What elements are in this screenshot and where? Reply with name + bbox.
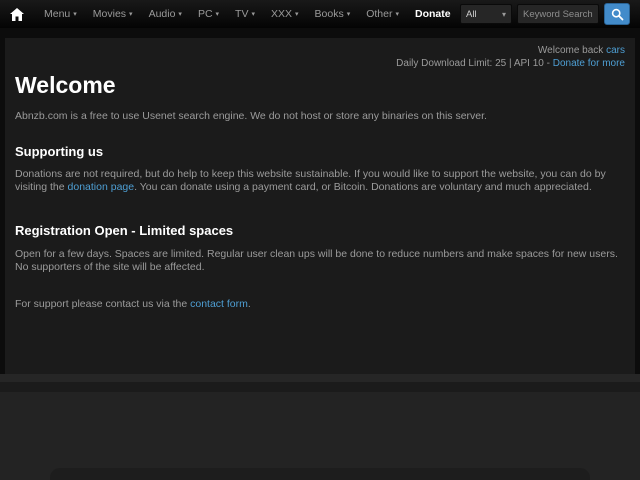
chevron-down-icon: ▾ (395, 11, 399, 18)
user-info: Welcome back cars Daily Download Limit: … (15, 44, 625, 70)
content-panel: Welcome back cars Daily Download Limit: … (5, 38, 635, 374)
search-form: All ▾ (460, 3, 630, 25)
divider-bar (0, 382, 640, 392)
main-wrap: Welcome back cars Daily Download Limit: … (0, 38, 640, 374)
select-caret-icon: ▾ (501, 9, 506, 19)
nav-item-audio[interactable]: Audio ▾ (141, 0, 190, 28)
download-limit-text: Daily Download Limit: 25 | API 10 - (396, 58, 553, 69)
chevron-down-icon: ▾ (178, 11, 182, 18)
page-title: Welcome (15, 72, 116, 98)
home-button[interactable] (10, 7, 24, 21)
home-icon (10, 7, 24, 21)
nav-item-books[interactable]: Books ▾ (307, 0, 359, 28)
chevron-down-icon: ▾ (346, 11, 351, 18)
category-select[interactable]: All ▾ (460, 4, 512, 24)
page-gap (0, 374, 640, 382)
nav-item-label: XXX (270, 8, 292, 20)
chevron-down-icon: ▾ (295, 11, 299, 18)
supporting-text-after: . You can donate using a payment card, o… (134, 181, 592, 193)
donate-for-more-link[interactable]: Donate for more (553, 58, 625, 69)
search-icon (611, 8, 623, 20)
contact-text-before: For support please contact us via the (15, 298, 191, 310)
nav-item-label: Menu (44, 8, 71, 20)
nav-item-label: Movies (92, 8, 127, 20)
nav-item-donate[interactable]: Donate (407, 0, 459, 28)
contact-text: For support please contact us via the co… (15, 298, 625, 311)
navbar-shadow-strip (0, 28, 640, 38)
registration-heading: Registration Open - Limited spaces (15, 223, 234, 238)
username-link[interactable]: cars (606, 45, 625, 56)
chevron-down-icon: ▾ (129, 11, 133, 18)
category-select-value: All (466, 8, 477, 20)
page: Menu ▾ Movies ▾ Audio ▾ PC ▾ TV ▾ XXX ▾ … (0, 0, 640, 480)
contact-text-after: . (247, 298, 251, 310)
nav-item-label: TV (235, 8, 249, 20)
nav-item-label: Other (366, 8, 393, 20)
nav-item-label: PC (197, 8, 213, 20)
download-limit-line: Daily Download Limit: 25 | API 10 - Dona… (15, 57, 625, 70)
nav-item-other[interactable]: Other ▾ (358, 0, 407, 28)
intro-text: Abnzb.com is a free to use Usenet search… (15, 110, 487, 122)
welcome-back-line: Welcome back cars (15, 44, 625, 57)
contact-form-link[interactable]: contact form (190, 298, 248, 310)
navbar: Menu ▾ Movies ▾ Audio ▾ PC ▾ TV ▾ XXX ▾ … (0, 0, 640, 28)
chevron-down-icon: ▾ (73, 11, 77, 18)
donation-page-link[interactable]: donation page (68, 181, 135, 193)
nav-item-tv[interactable]: TV ▾ (227, 0, 263, 28)
search-button[interactable] (604, 3, 630, 25)
nav-item-label: Books (314, 8, 344, 20)
nav-item-label: Audio (148, 8, 176, 20)
nav-item-pc[interactable]: PC ▾ (190, 0, 227, 28)
footer-panel (50, 468, 590, 480)
nav-item-label: Donate (415, 8, 451, 20)
chevron-down-icon: ▾ (251, 11, 255, 18)
nav-item-movies[interactable]: Movies ▾ (85, 0, 141, 28)
search-input[interactable] (517, 4, 599, 24)
nav-item-menu[interactable]: Menu ▾ (36, 0, 85, 28)
chevron-down-icon: ▾ (215, 11, 220, 18)
nav-item-xxx[interactable]: XXX ▾ (263, 0, 307, 28)
supporting-us-heading: Supporting us (15, 144, 104, 159)
lower-area (0, 392, 640, 480)
welcome-back-text: Welcome back (537, 45, 607, 56)
supporting-us-text: Donations are not required, but do help … (15, 168, 625, 194)
registration-text: Open for a few days. Spaces are limited.… (15, 248, 618, 273)
